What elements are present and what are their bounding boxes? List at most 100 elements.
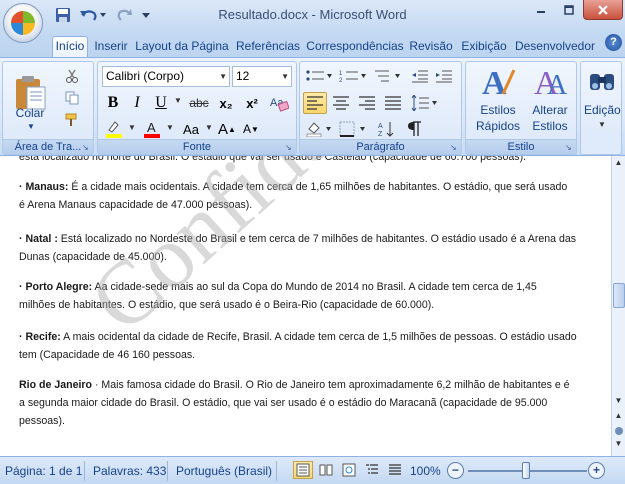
font-color-dropdown-icon[interactable]: ▼ [165, 123, 175, 132]
maximize-button[interactable] [555, 0, 583, 20]
tab-inicio[interactable]: Início [52, 36, 88, 58]
outline-view-icon[interactable] [362, 461, 382, 479]
underline-button[interactable]: U [150, 92, 172, 114]
status-bar: Página: 1 de 1 Palavras: 433 Português (… [0, 456, 625, 484]
highlight-dropdown-icon[interactable]: ▼ [127, 123, 137, 132]
line-spacing-icon[interactable] [409, 92, 441, 114]
full-screen-reading-icon[interactable] [316, 461, 336, 479]
numbering-icon[interactable]: 12 [337, 66, 369, 86]
paste-dropdown-icon[interactable]: ▼ [25, 122, 37, 131]
draft-view-icon[interactable] [385, 461, 405, 479]
paragraph-text: pessoas). [19, 415, 65, 427]
styles-launcher-icon[interactable]: ↘ [565, 143, 574, 152]
editing-group: Edição ▼ [580, 61, 622, 155]
change-styles-label-2: Estilos [532, 119, 568, 133]
increase-indent-icon[interactable] [433, 66, 455, 86]
vertical-scrollbar[interactable]: ▲ ▼ ▲ ▼ [611, 156, 625, 456]
styles-group-label: Estilo [466, 139, 576, 154]
grow-font-button[interactable]: A ▲ [216, 118, 238, 140]
bold-button[interactable]: B [102, 92, 124, 114]
align-left-icon[interactable] [303, 92, 327, 114]
change-styles-label-1: Alterar [532, 103, 568, 117]
shrink-font-label: A [243, 122, 252, 136]
word-count[interactable]: Palavras: 433 [93, 464, 166, 478]
zoom-slider-thumb[interactable] [522, 462, 530, 479]
underline-dropdown-icon[interactable]: ▼ [173, 96, 183, 105]
print-layout-icon[interactable] [293, 461, 313, 479]
office-button[interactable] [3, 3, 43, 43]
quick-styles-icon: A [482, 65, 515, 100]
sort-icon[interactable]: AZ [375, 118, 399, 140]
show-formatting-icon[interactable] [403, 118, 427, 140]
tab-referencias[interactable]: Referências [234, 37, 302, 57]
svg-text:A: A [547, 70, 567, 100]
shading-icon[interactable] [303, 118, 335, 140]
svg-text:A: A [378, 123, 383, 130]
font-group: Calibri (Corpo) ▼ 12 ▼ B I U ▼ abc x₂ x²… [97, 61, 297, 155]
svg-text:Z: Z [378, 131, 383, 137]
font-launcher-icon[interactable]: ↘ [285, 143, 294, 152]
subscript-button[interactable]: x₂ [214, 92, 238, 114]
format-painter-icon[interactable] [61, 110, 83, 130]
close-button[interactable] [583, 0, 623, 20]
multilevel-list-icon[interactable] [371, 66, 403, 86]
shrink-font-button[interactable]: A ▼ [240, 118, 262, 140]
paragraph-launcher-icon[interactable]: ↘ [450, 143, 459, 152]
web-layout-icon[interactable] [339, 461, 359, 479]
minimize-button[interactable] [527, 0, 555, 20]
change-case-button[interactable]: Aa [178, 118, 204, 140]
ribbon: Colar ▼ Área de Tra... ↘ Calibri (Corpo)… [0, 57, 625, 156]
paragraph-text: tem (Capacidade de 46 160 pessoas. [19, 349, 196, 361]
title-bar: Resultado.docx - Microsoft Word [0, 0, 625, 32]
zoom-out-button[interactable]: − [447, 462, 464, 479]
tab-exibicao[interactable]: Exibição [458, 37, 510, 57]
italic-button[interactable]: I [126, 92, 148, 114]
tab-inserir[interactable]: Inserir [91, 37, 131, 57]
cut-icon[interactable] [61, 66, 83, 86]
chevron-down-icon: ▼ [219, 72, 227, 81]
document-page[interactable]: está localizado no norte do Brasil. O es… [0, 156, 611, 456]
tab-correspondencias[interactable]: Correspondências [306, 37, 404, 57]
bullets-icon[interactable] [303, 66, 335, 86]
zoom-level[interactable]: 100% [410, 464, 441, 478]
page-count[interactable]: Página: 1 de 1 [5, 464, 82, 478]
clipboard-launcher-icon[interactable]: ↘ [82, 143, 91, 152]
tab-revisao[interactable]: Revisão [408, 37, 454, 57]
browse-object-icon[interactable] [615, 427, 623, 435]
scroll-up-icon[interactable]: ▲ [612, 158, 625, 170]
paragraph-rio-de-janeiro: Rio de Janeiro · Mais famosa cidade do B… [19, 376, 589, 430]
align-right-icon[interactable] [355, 92, 379, 114]
editing-label: Edição [584, 103, 621, 117]
borders-icon[interactable] [337, 118, 369, 140]
change-case-dropdown-icon[interactable]: ▼ [204, 123, 214, 132]
scroll-down-icon[interactable]: ▼ [612, 396, 625, 408]
language[interactable]: Português (Brasil) [176, 464, 272, 478]
paragraph-heading: Rio de Janeiro [19, 379, 92, 391]
font-size-combo[interactable]: 12 ▼ [232, 66, 292, 87]
decrease-indent-icon[interactable] [409, 66, 431, 86]
scroll-thumb[interactable] [613, 283, 625, 308]
font-name-combo[interactable]: Calibri (Corpo) ▼ [102, 66, 230, 87]
tab-desenvolvedor[interactable]: Desenvolvedor [513, 37, 597, 57]
help-icon[interactable]: ? [605, 34, 622, 51]
paragraph-group: 12 AZ Parágrafo ↘ [299, 61, 462, 155]
tab-layout[interactable]: Layout da Página [134, 37, 230, 57]
quick-styles-button[interactable]: A Estilos Rápidos [470, 64, 524, 140]
highlight-icon[interactable] [102, 118, 126, 140]
superscript-button[interactable]: x² [240, 92, 264, 114]
clear-formatting-icon[interactable]: Aa [266, 92, 292, 114]
change-styles-icon: AA [534, 65, 567, 100]
justify-icon[interactable] [381, 92, 405, 114]
binoculars-icon [590, 74, 614, 90]
change-styles-button[interactable]: AA Alterar Estilos [524, 64, 574, 140]
copy-icon[interactable] [61, 88, 83, 108]
align-center-icon[interactable] [329, 92, 353, 114]
previous-page-icon[interactable]: ▲ [612, 411, 625, 423]
next-page-icon[interactable]: ▼ [612, 439, 625, 451]
strikethrough-button[interactable]: abc [186, 92, 212, 114]
editing-button[interactable]: Edição ▼ [583, 64, 621, 140]
font-color-icon[interactable]: A [140, 118, 164, 140]
quick-styles-label-1: Estilos [480, 103, 516, 117]
zoom-in-button[interactable]: + [588, 462, 605, 479]
clipboard-group-label: Área de Tra... [3, 139, 93, 154]
